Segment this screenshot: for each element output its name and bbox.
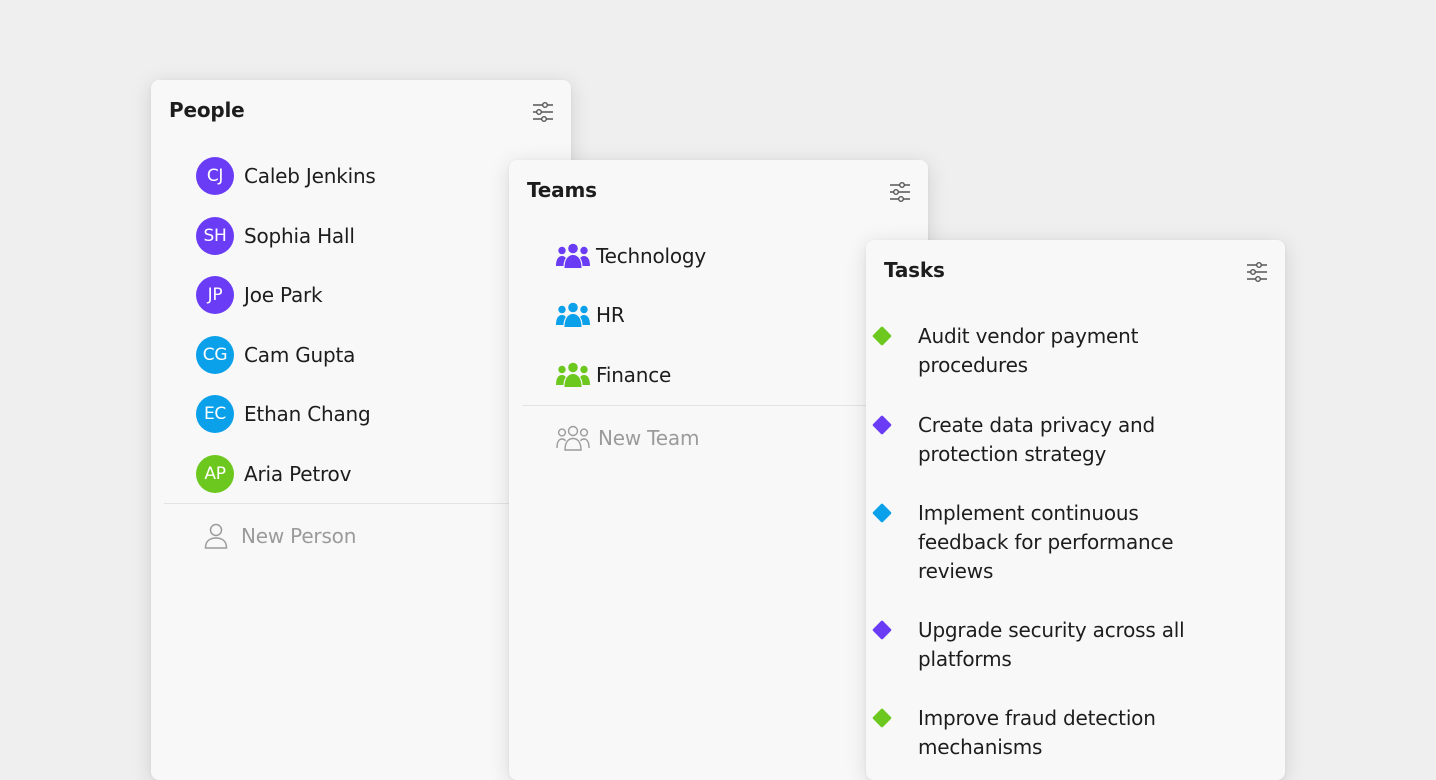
new-team-label: New Team: [598, 426, 700, 450]
people-filter-sliders-icon[interactable]: [531, 100, 555, 124]
tasks-panel: Tasks Audit vendor payment procedures Cr…: [866, 240, 1285, 780]
task-item[interactable]: Upgrade security across all platforms: [872, 616, 1208, 674]
new-person-label: New Person: [241, 524, 357, 548]
people-panel-title: People: [169, 98, 245, 122]
tasks-panel-title: Tasks: [884, 258, 945, 282]
team-icon: [556, 242, 590, 270]
avatar: CJ: [196, 157, 234, 195]
person-row[interactable]: CG Cam Gupta: [196, 336, 355, 374]
person-name: Ethan Chang: [244, 402, 371, 426]
avatar: EC: [196, 395, 234, 433]
person-name: Joe Park: [244, 283, 323, 307]
people-panel: People CJ Caleb Jenkins SH Sophia Hall J…: [151, 80, 571, 780]
team-icon: [556, 361, 590, 389]
task-title: Upgrade security across all platforms: [918, 618, 1185, 671]
person-row[interactable]: SH Sophia Hall: [196, 217, 355, 255]
avatar: CG: [196, 336, 234, 374]
team-row[interactable]: HR: [556, 301, 625, 329]
avatar: SH: [196, 217, 234, 255]
diamond-icon: [872, 503, 892, 523]
task-item[interactable]: Audit vendor payment procedures: [872, 322, 1208, 380]
task-title: Audit vendor payment procedures: [918, 324, 1139, 377]
person-name: Cam Gupta: [244, 343, 356, 367]
person-row[interactable]: JP Joe Park: [196, 276, 323, 314]
avatar: JP: [196, 276, 234, 314]
team-name: HR: [596, 303, 625, 327]
team-name: Technology: [596, 244, 707, 268]
diamond-icon: [872, 708, 892, 728]
team-row[interactable]: Technology: [556, 242, 706, 270]
person-row[interactable]: EC Ethan Chang: [196, 395, 371, 433]
tasks-filter-sliders-icon[interactable]: [1245, 260, 1269, 284]
teams-filter-sliders-icon[interactable]: [888, 180, 912, 204]
task-title: Improve fraud detection mechanisms: [918, 706, 1156, 759]
person-name: Caleb Jenkins: [244, 164, 376, 188]
new-person-button[interactable]: New Person: [203, 522, 356, 550]
person-row[interactable]: AP Aria Petrov: [196, 455, 351, 493]
task-item[interactable]: Implement continuous feedback for perfor…: [872, 499, 1208, 586]
task-title: Implement continuous feedback for perfor…: [918, 501, 1174, 583]
new-team-button[interactable]: New Team: [556, 424, 699, 452]
task-item[interactable]: Improve fraud detection mechanisms: [872, 704, 1208, 762]
team-outline-icon: [556, 424, 590, 452]
team-row[interactable]: Finance: [556, 361, 671, 389]
team-name: Finance: [596, 363, 672, 387]
avatar: AP: [196, 455, 234, 493]
person-outline-icon: [203, 522, 229, 550]
person-name: Sophia Hall: [244, 224, 355, 248]
diamond-icon: [872, 415, 892, 435]
team-icon: [556, 301, 590, 329]
person-row[interactable]: CJ Caleb Jenkins: [196, 157, 376, 195]
diamond-icon: [872, 620, 892, 640]
task-title: Create data privacy and protection strat…: [918, 413, 1156, 466]
person-name: Aria Petrov: [244, 462, 352, 486]
task-item[interactable]: Create data privacy and protection strat…: [872, 411, 1208, 469]
teams-panel-title: Teams: [527, 178, 597, 202]
diamond-icon: [872, 326, 892, 346]
